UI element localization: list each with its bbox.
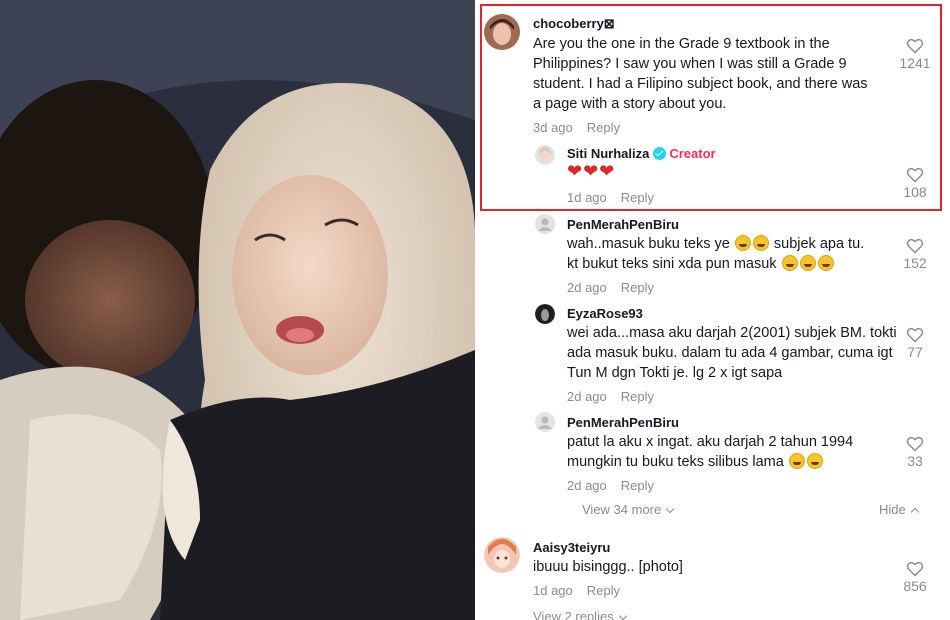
comment-username[interactable]: PenMerahPenBiru bbox=[567, 217, 679, 232]
comment-username[interactable]: Aaisy3teiyru bbox=[533, 540, 610, 555]
comment-text: patut la aku x ingat. aku darjah 2 tahun… bbox=[567, 432, 897, 472]
video-frame bbox=[0, 0, 475, 620]
view-replies-label[interactable]: View 2 replies bbox=[533, 609, 614, 620]
chevron-down-icon bbox=[618, 611, 627, 620]
avatar[interactable] bbox=[535, 304, 555, 324]
heart-icon bbox=[906, 238, 924, 254]
comment-username[interactable]: PenMerahPenBiru bbox=[567, 415, 679, 430]
reply-button[interactable]: Reply bbox=[621, 389, 654, 404]
like-count: 77 bbox=[907, 344, 923, 360]
comment-meta: 2d ago Reply bbox=[567, 478, 654, 493]
comment-text-part: mungkin tu buku teks silibus lama bbox=[567, 454, 784, 470]
comment-time: 2d ago bbox=[567, 389, 607, 404]
laughing-emoji-icon bbox=[817, 255, 834, 271]
comment-time: 2d ago bbox=[567, 478, 607, 493]
avatar[interactable] bbox=[535, 145, 555, 165]
heart-icon bbox=[906, 561, 924, 577]
creator-badge: Creator bbox=[669, 146, 716, 161]
laughing-emoji-icon bbox=[752, 235, 769, 251]
like-count: 1241 bbox=[899, 55, 931, 71]
reply-button[interactable]: Reply bbox=[621, 190, 654, 205]
heart-icon bbox=[906, 167, 924, 183]
like-button[interactable]: 108 bbox=[895, 167, 935, 200]
comment-text-part: wah..masuk buku teks ye bbox=[567, 236, 730, 252]
hide-replies-button[interactable]: Hide bbox=[879, 502, 919, 517]
comment-time: 2d ago bbox=[567, 280, 607, 295]
comment-time: 1d ago bbox=[567, 190, 607, 205]
comment-username[interactable]: Siti Nurhaliza Creator bbox=[567, 146, 716, 161]
avatar[interactable] bbox=[535, 412, 555, 432]
comment-text: ❤❤❤ bbox=[567, 161, 616, 181]
comment-meta: 1d ago Reply bbox=[533, 583, 620, 598]
chevron-down-icon bbox=[910, 507, 919, 517]
grinning-emoji-icon bbox=[781, 255, 798, 271]
heart-icon bbox=[906, 436, 924, 452]
reply-button[interactable]: Reply bbox=[587, 120, 620, 135]
chevron-down-icon bbox=[666, 504, 675, 514]
comment-text: Are you the one in the Grade 9 textbook … bbox=[533, 36, 868, 112]
like-button[interactable]: 152 bbox=[895, 238, 935, 271]
like-count: 108 bbox=[903, 184, 927, 200]
like-button[interactable]: 33 bbox=[895, 436, 935, 469]
laughing-emoji-icon bbox=[799, 255, 816, 271]
heart-icon bbox=[906, 327, 924, 343]
like-button[interactable]: 856 bbox=[895, 561, 935, 594]
rofl-emoji-icon bbox=[806, 453, 823, 469]
comment-text-part: subjek apa tu. bbox=[773, 236, 865, 252]
comment-text: ibuuu bisinggg.. [photo] bbox=[533, 559, 683, 575]
like-button[interactable]: 1241 bbox=[895, 38, 935, 71]
laughing-emoji-icon bbox=[734, 235, 751, 251]
comment-meta: 3d ago Reply bbox=[533, 120, 620, 135]
comments-panel: chocoberry⊠ Are you the one in the Grade… bbox=[475, 0, 950, 620]
comment-meta: 1d ago Reply bbox=[567, 190, 654, 205]
verified-icon bbox=[653, 147, 667, 160]
heart-icon bbox=[906, 38, 924, 54]
comment-text-part: patut la aku x ingat. aku darjah 2 tahun… bbox=[567, 434, 854, 450]
like-count: 856 bbox=[903, 578, 927, 594]
view-replies-button[interactable]: View 2 replies bbox=[533, 609, 627, 620]
view-more-replies-button[interactable]: View 34 more bbox=[582, 502, 675, 517]
comment-username[interactable]: EyzaRose93 bbox=[567, 306, 643, 321]
comment-text: wei ada...masa aku darjah 2(2001) subjek… bbox=[567, 325, 897, 381]
comment-text-part: kt bukut teks sini xda pun masuk bbox=[567, 256, 777, 272]
reply-button[interactable]: Reply bbox=[621, 478, 654, 493]
view-more-label[interactable]: View 34 more bbox=[582, 502, 661, 517]
reply-button[interactable]: Reply bbox=[621, 280, 654, 295]
like-button[interactable]: 77 bbox=[895, 327, 935, 360]
like-count: 33 bbox=[907, 453, 923, 469]
comment-time: 3d ago bbox=[533, 120, 573, 135]
comment-meta: 2d ago Reply bbox=[567, 389, 654, 404]
reply-button[interactable]: Reply bbox=[587, 583, 620, 598]
avatar[interactable] bbox=[484, 14, 520, 50]
video-player[interactable] bbox=[0, 0, 475, 620]
comment-meta: 2d ago Reply bbox=[567, 280, 654, 295]
comment-username[interactable]: chocoberry⊠ bbox=[533, 16, 615, 32]
like-count: 152 bbox=[903, 255, 927, 271]
username-text[interactable]: Siti Nurhaliza bbox=[567, 146, 649, 161]
hide-label[interactable]: Hide bbox=[879, 502, 906, 517]
comment-text: wah..masuk buku teks ye subjek apa tu. k… bbox=[567, 234, 887, 274]
avatar[interactable] bbox=[535, 214, 555, 234]
comment-time: 1d ago bbox=[533, 583, 573, 598]
avatar[interactable] bbox=[484, 537, 520, 573]
grinning-emoji-icon bbox=[788, 453, 805, 469]
